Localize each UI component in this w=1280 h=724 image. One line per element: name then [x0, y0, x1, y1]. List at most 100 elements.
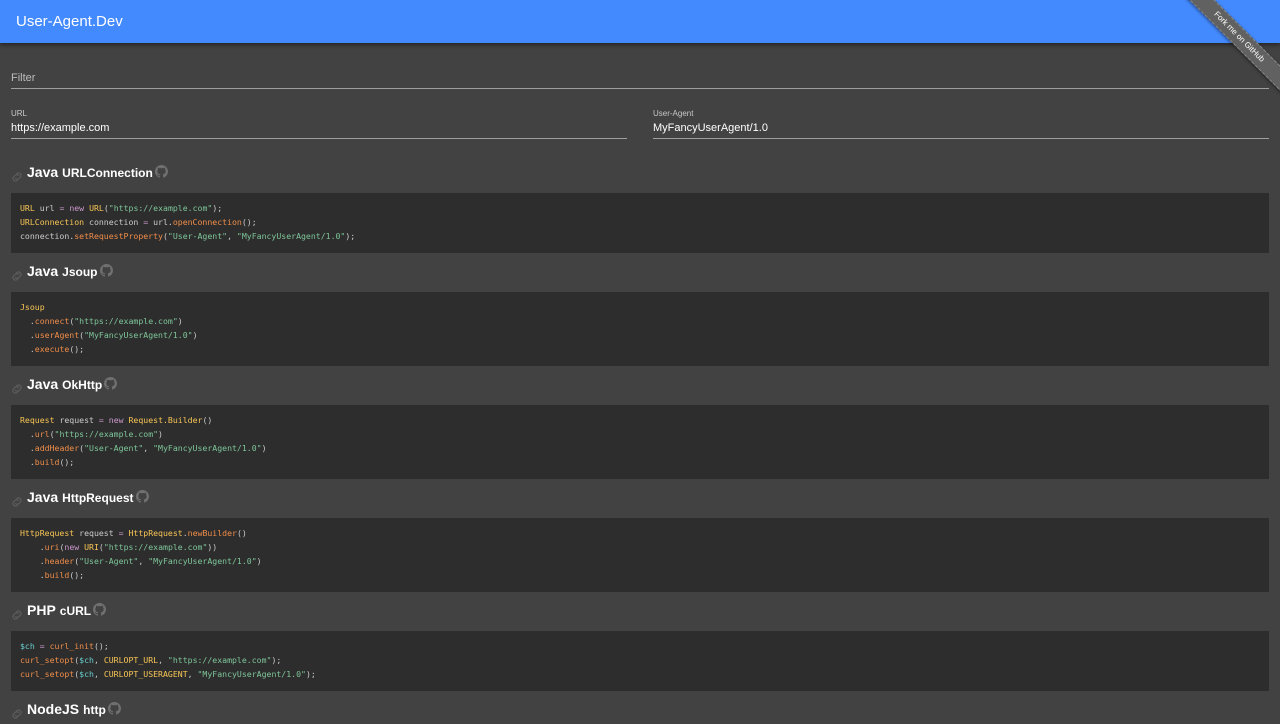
code-token: connection — [84, 217, 144, 227]
code-token: "MyFancyUserAgent/1.0" — [197, 669, 306, 679]
github-icon[interactable] — [135, 489, 149, 503]
link-icon[interactable] — [11, 381, 23, 394]
link-icon[interactable] — [11, 494, 23, 507]
code-token: "MyFancyUserAgent/1.0" — [153, 443, 262, 453]
code-line: .userAgent("MyFancyUserAgent/1.0") — [20, 328, 1260, 342]
github-icon[interactable] — [104, 376, 118, 390]
url-field: URL — [11, 107, 627, 139]
filter-underline — [11, 88, 1269, 89]
code-line: .connect("https://example.com") — [20, 314, 1260, 328]
code-line: .url("https://example.com") — [20, 427, 1260, 441]
app-bar: User-Agent.Dev — [0, 0, 1280, 43]
code-token: ) — [256, 556, 262, 566]
snippet-library: http — [83, 703, 106, 717]
link-icon[interactable] — [11, 607, 23, 620]
snippet-language: Java — [27, 376, 59, 392]
snippet-language: Java — [27, 263, 59, 279]
code-token: . — [20, 429, 35, 439]
code-block[interactable]: $ch = curl_init(); curl_setopt($ch, CURLO… — [11, 631, 1269, 691]
github-ribbon[interactable]: Fork me on GitHub — [1170, 0, 1280, 110]
code-token: request — [74, 528, 119, 538]
code-token: new — [64, 542, 80, 552]
code-token: URL — [89, 203, 104, 213]
code-token: , — [227, 231, 237, 241]
code-token: $ch — [20, 641, 35, 651]
link-icon[interactable] — [11, 169, 23, 182]
code-token: addHeader — [34, 443, 80, 453]
code-block[interactable]: Jsoup .connect("https://example.com") .u… — [11, 292, 1269, 366]
code-token: URI — [84, 542, 99, 552]
code-token: , — [158, 655, 168, 665]
code-line: .uri(new URI("https://example.com")) — [20, 540, 1260, 554]
snippet-title: Java HttpRequest — [27, 489, 149, 505]
url-underline — [11, 138, 627, 139]
code-line: Jsoup — [20, 300, 1260, 314]
code-token: setRequestProperty — [74, 231, 163, 241]
snippet-language: Java — [27, 489, 59, 505]
code-token: , — [93, 669, 104, 679]
code-line: HttpRequest request = HttpRequest.newBui… — [20, 526, 1260, 540]
snippet-library: OkHttp — [62, 378, 103, 392]
code-token: new — [108, 415, 124, 425]
code-token: . — [20, 330, 35, 340]
code-token: curl_setopt — [20, 669, 75, 679]
code-token: . — [20, 457, 35, 467]
snippet-language: PHP — [27, 602, 56, 618]
user-agent-input[interactable] — [653, 121, 1269, 135]
snippet-title: NodeJS http — [27, 701, 121, 717]
snippet-title: Java URLConnection — [27, 164, 168, 180]
code-token: Request.Builder — [128, 415, 203, 425]
code-line: $ch = curl_init(); — [20, 639, 1260, 653]
code-token: )) — [207, 542, 218, 552]
snippet-heading: Java HttpRequest — [11, 489, 411, 509]
code-line: curl_setopt($ch, CURLOPT_URL, "https://e… — [20, 653, 1260, 667]
user-agent-label: User-Agent — [653, 109, 694, 118]
code-block[interactable]: Request request = new Request.Builder() … — [11, 405, 1269, 479]
code-token: , — [143, 443, 154, 453]
code-token: $ch — [79, 655, 94, 665]
github-icon[interactable] — [99, 263, 113, 277]
code-token: "https://example.com" — [74, 316, 178, 326]
snippet-heading: Java Jsoup — [11, 263, 411, 283]
snippet-language: Java — [27, 164, 59, 180]
snippet-heading: PHP cURL — [11, 602, 411, 622]
code-token: uri — [44, 542, 60, 552]
github-icon[interactable] — [93, 602, 107, 616]
code-block[interactable]: URL url = new URL("https://example.com")… — [11, 193, 1269, 253]
code-token: "User-Agent" — [167, 231, 228, 241]
code-token: . — [20, 443, 35, 453]
app-title[interactable]: User-Agent.Dev — [16, 13, 123, 30]
code-token: ); — [212, 203, 223, 213]
code-token: "https://example.com" — [54, 429, 159, 439]
code-token: openConnection — [172, 217, 242, 227]
code-token: (); — [69, 570, 85, 580]
url-input[interactable] — [11, 121, 627, 135]
filter-input[interactable] — [11, 70, 1269, 86]
link-icon[interactable] — [11, 268, 23, 281]
code-token: curl_init — [49, 641, 94, 651]
link-icon[interactable] — [11, 706, 23, 719]
snippet-heading: NodeJS http — [11, 701, 411, 721]
github-ribbon-label[interactable]: Fork me on GitHub — [1179, 0, 1280, 97]
code-token: . — [20, 542, 45, 552]
snippet-language: NodeJS — [27, 701, 80, 717]
code-token: URLConnection — [20, 217, 85, 227]
url-label: URL — [11, 109, 28, 118]
code-token: , — [93, 655, 104, 665]
code-token: URL — [20, 203, 35, 213]
code-token: curl_setopt — [20, 655, 75, 665]
code-token: CURLOPT_USERAGENT — [103, 669, 188, 679]
snippet-heading: Java URLConnection — [11, 164, 411, 184]
code-block[interactable]: HttpRequest request = HttpRequest.newBui… — [11, 518, 1269, 592]
code-token: . — [20, 570, 45, 580]
code-token: (); — [69, 344, 85, 354]
code-line: .execute(); — [20, 342, 1260, 356]
code-token: (); — [59, 457, 75, 467]
code-token: ); — [271, 655, 282, 665]
github-icon[interactable] — [154, 164, 168, 178]
code-token: (); — [93, 641, 109, 651]
code-token: ) — [177, 316, 183, 326]
code-line: .addHeader("User-Agent", "MyFancyUserAge… — [20, 441, 1260, 455]
github-icon[interactable] — [107, 701, 121, 715]
code-token: url — [34, 429, 50, 439]
